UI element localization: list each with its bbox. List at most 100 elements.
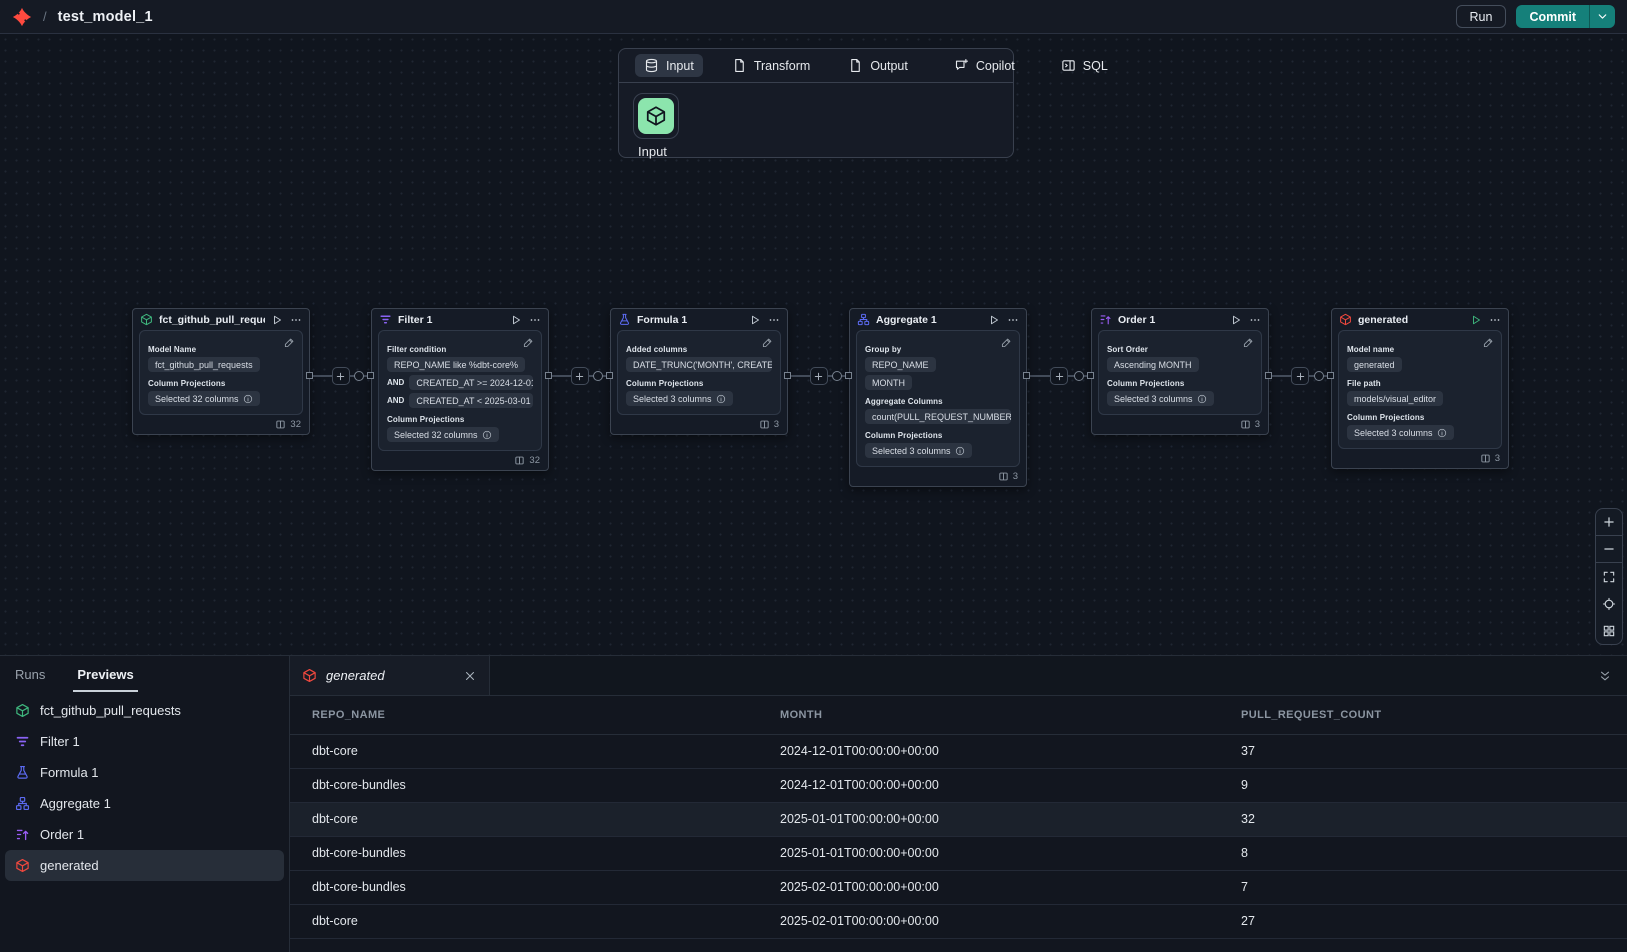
edge-source-port[interactable] bbox=[1023, 372, 1030, 379]
palette-tab-output[interactable]: Output bbox=[829, 49, 927, 82]
edge-add-node-button[interactable] bbox=[1050, 367, 1068, 385]
sidebar-item-label: generated bbox=[40, 858, 99, 873]
value-pill[interactable]: CREATED_AT < 2025-03-01 bbox=[409, 393, 533, 408]
palette-tab-copilot[interactable]: Copilot bbox=[935, 49, 1034, 82]
value-pill[interactable]: CREATED_AT >= 2024-12-01 bbox=[409, 375, 533, 390]
node-menu-button[interactable] bbox=[290, 314, 302, 326]
value-pill[interactable]: Ascending MONTH bbox=[1107, 357, 1199, 372]
node-order-1[interactable]: Order 1 Sort Order Ascending MONTH Colum… bbox=[1091, 308, 1269, 435]
edge-source-port[interactable] bbox=[306, 372, 313, 379]
preview-tab-generated[interactable]: generated bbox=[290, 656, 490, 695]
sqlpanel-icon bbox=[1061, 58, 1076, 73]
value-pill[interactable]: Selected 3 columns bbox=[626, 391, 733, 406]
node-menu-button[interactable] bbox=[529, 314, 541, 326]
minimap-button[interactable] bbox=[1596, 617, 1622, 644]
table-row[interactable]: dbt-core-bundles2025-02-01T00:00:00+00:0… bbox=[290, 870, 1627, 904]
value-pill[interactable]: count(PULL_REQUEST_NUMBER) as ... bbox=[865, 409, 1011, 424]
table-row[interactable]: dbt-core-bundles2025-01-01T00:00:00+00:0… bbox=[290, 836, 1627, 870]
node-formula-1[interactable]: Formula 1 Added columns DATE_TRUNC('MONT… bbox=[610, 308, 788, 435]
value-pill[interactable]: fct_github_pull_requests bbox=[148, 357, 260, 372]
node-run-button[interactable] bbox=[510, 314, 522, 326]
canvas[interactable]: InputTransformOutputCopilotSQL Input bbox=[0, 34, 1627, 655]
aggregate-icon bbox=[15, 796, 30, 811]
node-run-button[interactable] bbox=[1470, 314, 1482, 326]
sidebar-item-filter-1[interactable]: Filter 1 bbox=[5, 726, 284, 757]
value-pill[interactable]: Selected 32 columns bbox=[148, 391, 260, 406]
edge-source-port[interactable] bbox=[545, 372, 552, 379]
palette-input-tile[interactable] bbox=[633, 93, 679, 139]
table-cell: 2025-02-01T00:00:00+00:00 bbox=[758, 870, 1219, 904]
node-menu-button[interactable] bbox=[1007, 314, 1019, 326]
tab-runs[interactable]: Runs bbox=[15, 656, 45, 692]
commit-button[interactable]: Commit bbox=[1516, 5, 1589, 28]
edge-target-port[interactable] bbox=[367, 372, 374, 379]
table-row[interactable]: dbt-core2025-01-01T00:00:00+00:0032 bbox=[290, 802, 1627, 836]
node-menu-button[interactable] bbox=[1249, 314, 1261, 326]
node-run-button[interactable] bbox=[1230, 314, 1242, 326]
edge-connector-circle[interactable] bbox=[1314, 371, 1324, 381]
node-column-count: 32 bbox=[133, 415, 309, 434]
edit-pencil-icon[interactable] bbox=[1243, 337, 1254, 348]
node-filter-1[interactable]: Filter 1 Filter condition REPO_NAME like… bbox=[371, 308, 549, 471]
node-generated[interactable]: generated Model name generated File path bbox=[1331, 308, 1509, 469]
node-run-button[interactable] bbox=[749, 314, 761, 326]
node-aggregate-1[interactable]: Aggregate 1 Group by REPO_NAME MONTH bbox=[849, 308, 1027, 487]
value-pill[interactable]: Selected 3 columns bbox=[865, 443, 972, 458]
edit-pencil-icon[interactable] bbox=[1483, 337, 1494, 348]
palette-tab-sql[interactable]: SQL bbox=[1042, 49, 1127, 82]
run-button[interactable]: Run bbox=[1456, 5, 1507, 28]
sidebar-item-fct_github_pull_requests[interactable]: fct_github_pull_requests bbox=[5, 695, 284, 726]
edge-target-port[interactable] bbox=[1087, 372, 1094, 379]
edge-source-port[interactable] bbox=[784, 372, 791, 379]
sidebar-item-aggregate-1[interactable]: Aggregate 1 bbox=[5, 788, 284, 819]
dbt-logo-icon[interactable] bbox=[12, 7, 32, 27]
edge-add-node-button[interactable] bbox=[810, 367, 828, 385]
value-pill[interactable]: REPO_NAME bbox=[865, 357, 936, 372]
value-pill[interactable]: Selected 32 columns bbox=[387, 427, 499, 442]
edge-add-node-button[interactable] bbox=[332, 367, 350, 385]
edge-connector-circle[interactable] bbox=[593, 371, 603, 381]
collapse-panel-icon[interactable] bbox=[1583, 656, 1627, 695]
node-menu-button[interactable] bbox=[768, 314, 780, 326]
locate-button[interactable] bbox=[1596, 590, 1622, 617]
table-row[interactable]: dbt-core2024-12-01T00:00:00+00:0037 bbox=[290, 734, 1627, 768]
table-row[interactable]: dbt-core-bundles2024-12-01T00:00:00+00:0… bbox=[290, 768, 1627, 802]
edge-connector-circle[interactable] bbox=[832, 371, 842, 381]
value-pill[interactable]: Selected 3 columns bbox=[1107, 391, 1214, 406]
edge-add-node-button[interactable] bbox=[571, 367, 589, 385]
edit-pencil-icon[interactable] bbox=[284, 337, 295, 348]
edge-target-port[interactable] bbox=[606, 372, 613, 379]
zoom-in-button[interactable] bbox=[1596, 509, 1622, 536]
node-run-button[interactable] bbox=[271, 314, 283, 326]
edit-pencil-icon[interactable] bbox=[523, 337, 534, 348]
edge-add-node-button[interactable] bbox=[1291, 367, 1309, 385]
tab-previews[interactable]: Previews bbox=[77, 656, 133, 692]
commit-dropdown-button[interactable] bbox=[1589, 5, 1615, 28]
close-icon[interactable] bbox=[463, 669, 477, 683]
value-pill[interactable]: models/visual_editor bbox=[1347, 391, 1443, 406]
palette-tab-transform[interactable]: Transform bbox=[713, 49, 830, 82]
edge-target-port[interactable] bbox=[1327, 372, 1334, 379]
palette-tab-input[interactable]: Input bbox=[625, 49, 713, 82]
sidebar-item-generated[interactable]: generated bbox=[5, 850, 284, 881]
value-pill[interactable]: Selected 3 columns bbox=[1347, 425, 1454, 440]
sidebar-item-formula-1[interactable]: Formula 1 bbox=[5, 757, 284, 788]
node-run-button[interactable] bbox=[988, 314, 1000, 326]
value-pill[interactable]: MONTH bbox=[865, 375, 912, 390]
edit-pencil-icon[interactable] bbox=[762, 337, 773, 348]
value-pill[interactable]: REPO_NAME like %dbt-core% bbox=[387, 357, 525, 372]
value-pill[interactable]: DATE_TRUNC('MONTH', CREATED_AT... bbox=[626, 357, 772, 372]
sidebar-item-order-1[interactable]: Order 1 bbox=[5, 819, 284, 850]
zoom-out-button[interactable] bbox=[1596, 536, 1622, 563]
node-fct-github-pull-requests[interactable]: fct_github_pull_requests Model Name fct_… bbox=[132, 308, 310, 435]
zoom-controls bbox=[1595, 508, 1623, 645]
table-row[interactable]: dbt-core2025-02-01T00:00:00+00:0027 bbox=[290, 904, 1627, 938]
edit-pencil-icon[interactable] bbox=[1001, 337, 1012, 348]
value-pill[interactable]: generated bbox=[1347, 357, 1402, 372]
node-menu-button[interactable] bbox=[1489, 314, 1501, 326]
edge-target-port[interactable] bbox=[845, 372, 852, 379]
edge-source-port[interactable] bbox=[1265, 372, 1272, 379]
edge-connector-circle[interactable] bbox=[354, 371, 364, 381]
edge-connector-circle[interactable] bbox=[1074, 371, 1084, 381]
fit-view-button[interactable] bbox=[1596, 563, 1622, 590]
